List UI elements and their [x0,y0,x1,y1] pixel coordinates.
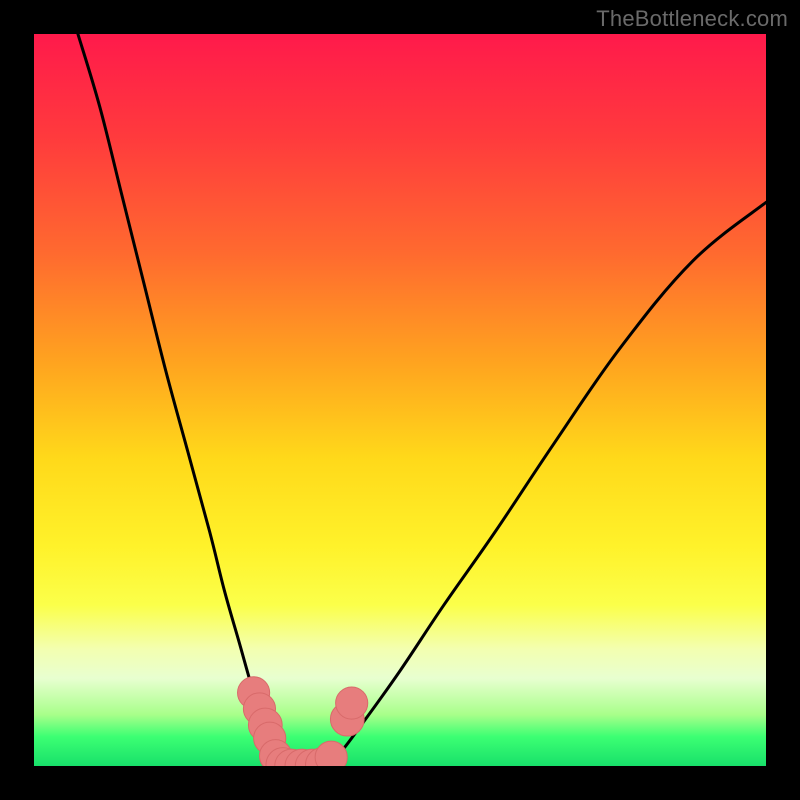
data-marker [315,741,347,766]
data-marker [336,687,368,719]
chart-frame: TheBottleneck.com [0,0,800,800]
marker-layer [34,34,766,766]
watermark-text: TheBottleneck.com [596,6,788,32]
plot-area [34,34,766,766]
